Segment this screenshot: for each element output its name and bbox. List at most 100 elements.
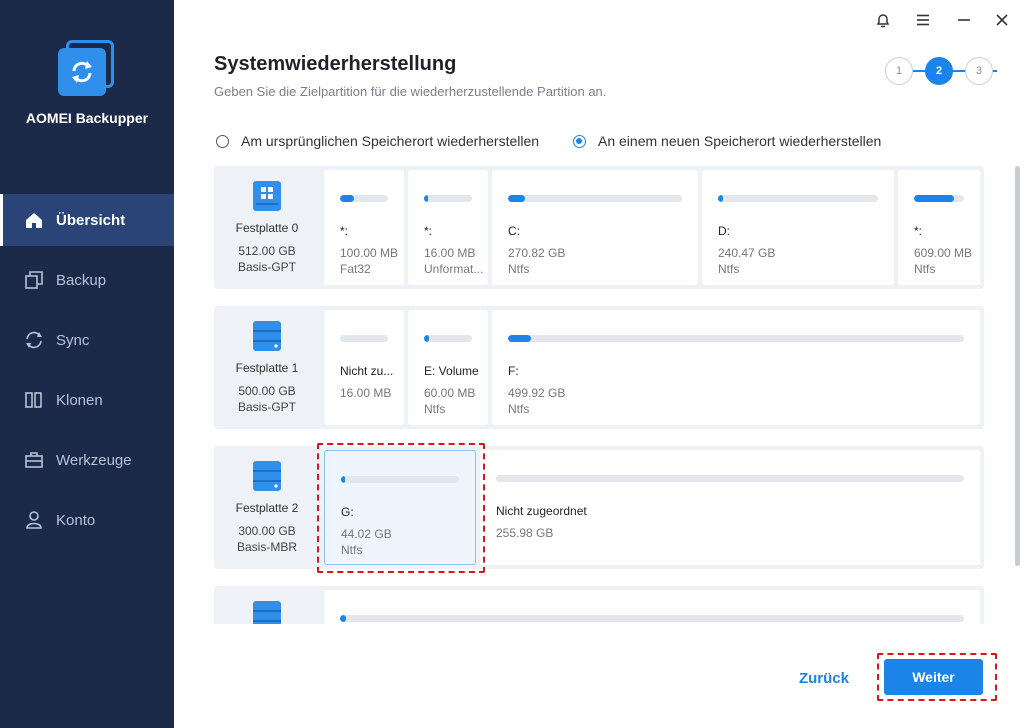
sidebar-item-sync[interactable]: Sync [0, 314, 174, 366]
partition-label: *: [914, 224, 923, 238]
option-original-location[interactable]: Am ursprünglichen Speicherort wiederhers… [216, 133, 539, 149]
partition-fs: Unformat... [424, 262, 484, 276]
disk-type: Basis-GPT [237, 400, 296, 414]
sidebar-item-label: Sync [56, 331, 90, 349]
option-label: An einem neuen Speicherort wiederherstel… [598, 133, 882, 149]
sidebar-item-konto[interactable]: Konto [0, 494, 174, 546]
menu-icon[interactable] [911, 8, 935, 32]
usage-bar [508, 335, 964, 342]
partition-label: C: [508, 224, 520, 238]
partition-card[interactable]: Nicht zugeordnet 255.98 GB [480, 450, 980, 565]
usage-bar [340, 335, 388, 342]
partition-size: 255.98 GB [496, 526, 554, 540]
disk-info: Festplatte 1 500.00 GB Basis-GPT [214, 306, 320, 415]
usage-bar-fill [424, 335, 429, 342]
disk-row-2: Festplatte 2 300.00 GB Basis-MBR G: 44.0… [214, 446, 984, 569]
sidebar-item-uebersicht[interactable]: Übersicht [0, 194, 174, 246]
sidebar-item-label: Backup [56, 271, 107, 289]
usage-bar-fill [424, 195, 428, 202]
partition-label: E: Volume [424, 364, 479, 378]
tools-icon [25, 452, 43, 468]
close-icon[interactable] [990, 8, 1014, 32]
disk-icon [253, 321, 281, 351]
partition-label: *: [424, 224, 433, 238]
partition-card[interactable]: E: Volume 60.00 MB Ntfs [408, 310, 488, 425]
disk-row-1: Festplatte 1 500.00 GB Basis-GPT Nicht z… [214, 306, 984, 429]
sidebar-item-label: Werkzeuge [56, 451, 132, 469]
partition-size: 499.92 GB [508, 386, 566, 400]
app-name: AOMEI Backupper [25, 110, 149, 126]
partition-card[interactable]: *: 16.00 MB Unformat... [408, 170, 488, 285]
partition-label: *: [340, 224, 349, 238]
partition-card-selected[interactable]: G: 44.02 GB Ntfs [324, 450, 476, 565]
disk-icon [253, 601, 281, 624]
page-subtitle: Geben Sie die Zielpartition für die wied… [214, 84, 607, 99]
radio-button[interactable] [216, 134, 229, 148]
partition-fs: Ntfs [508, 402, 530, 416]
partition-card[interactable]: *: 100.00 MB Fat32 [324, 170, 404, 285]
sidebar-nav: Übersicht Backup Sync Klonen Werkzeuge K… [0, 194, 174, 554]
partition-label: G: [341, 505, 354, 519]
partition-label: Nicht zu... [340, 364, 394, 378]
partition-size: 16.00 MB [340, 386, 392, 400]
usage-bar [340, 195, 388, 202]
partition-fs: Ntfs [341, 543, 363, 557]
disk-name: Festplatte 0 [235, 221, 299, 235]
partition-card[interactable]: *: 609.00 MB Ntfs [898, 170, 980, 285]
clone-icon [25, 392, 42, 408]
partition-card[interactable]: C: 270.82 GB Ntfs [492, 170, 698, 285]
step-indicator: 1 2 3 [885, 57, 997, 85]
partition-size: 16.00 MB [424, 246, 476, 260]
back-button[interactable]: Zurück [790, 664, 858, 692]
usage-bar [508, 195, 682, 202]
option-new-location[interactable]: An einem neuen Speicherort wiederherstel… [573, 133, 881, 149]
partition-size: 60.00 MB [424, 386, 476, 400]
usage-bar [496, 475, 964, 482]
usage-bar [424, 335, 472, 342]
disk-list: Festplatte 0 512.00 GB Basis-GPT *: 100.… [214, 166, 984, 624]
partition-fs: Fat32 [340, 262, 371, 276]
usage-bar-fill [340, 615, 347, 622]
usage-bar [914, 195, 964, 202]
disk-name: Festplatte 1 [235, 361, 299, 375]
minimize-icon[interactable] [952, 8, 976, 32]
home-icon [26, 213, 42, 228]
usage-bar [718, 195, 878, 202]
partition-card[interactable] [324, 590, 980, 624]
partition-card[interactable]: F: 499.92 GB Ntfs [492, 310, 980, 425]
partition-size: 100.00 MB [340, 246, 399, 260]
partition-size: 240.47 GB [718, 246, 776, 260]
usage-bar-fill [508, 195, 526, 202]
partition-card[interactable]: Nicht zu... 16.00 MB [324, 310, 404, 425]
disk-icon [253, 461, 281, 491]
partition-label: Nicht zugeordnet [496, 504, 587, 518]
usage-bar [340, 615, 964, 622]
system-disk-icon [253, 181, 281, 211]
sidebar-item-label: Konto [56, 511, 96, 529]
partition-fs: Ntfs [718, 262, 740, 276]
user-icon [26, 511, 42, 529]
sync-icon [26, 331, 42, 349]
partition-label: F: [508, 364, 519, 378]
sidebar-item-klonen[interactable]: Klonen [0, 374, 174, 426]
disk-size: 512.00 GB [238, 244, 296, 258]
disk-row-0: Festplatte 0 512.00 GB Basis-GPT *: 100.… [214, 166, 984, 289]
sidebar-item-backup[interactable]: Backup [0, 254, 174, 306]
disk-type: Basis-MBR [236, 540, 297, 554]
sidebar: AOMEI Backupper Übersicht Backup Sync Kl… [0, 0, 174, 728]
partition-fs: Ntfs [424, 402, 446, 416]
disk-row-3 [214, 586, 984, 624]
usage-bar-fill [914, 195, 954, 202]
scrollbar[interactable] [1015, 166, 1020, 566]
usage-bar-fill [340, 195, 355, 202]
usage-bar-fill [718, 195, 723, 202]
partition-card[interactable]: D: 240.47 GB Ntfs [702, 170, 894, 285]
sidebar-item-werkzeuge[interactable]: Werkzeuge [0, 434, 174, 486]
disk-size: 500.00 GB [238, 384, 296, 398]
step-3: 3 [965, 57, 993, 85]
radio-button-checked[interactable] [573, 134, 586, 148]
next-button[interactable]: Weiter [884, 659, 983, 695]
disk-info [214, 586, 320, 624]
bell-icon[interactable] [871, 8, 895, 32]
partition-fs: Ntfs [508, 262, 530, 276]
